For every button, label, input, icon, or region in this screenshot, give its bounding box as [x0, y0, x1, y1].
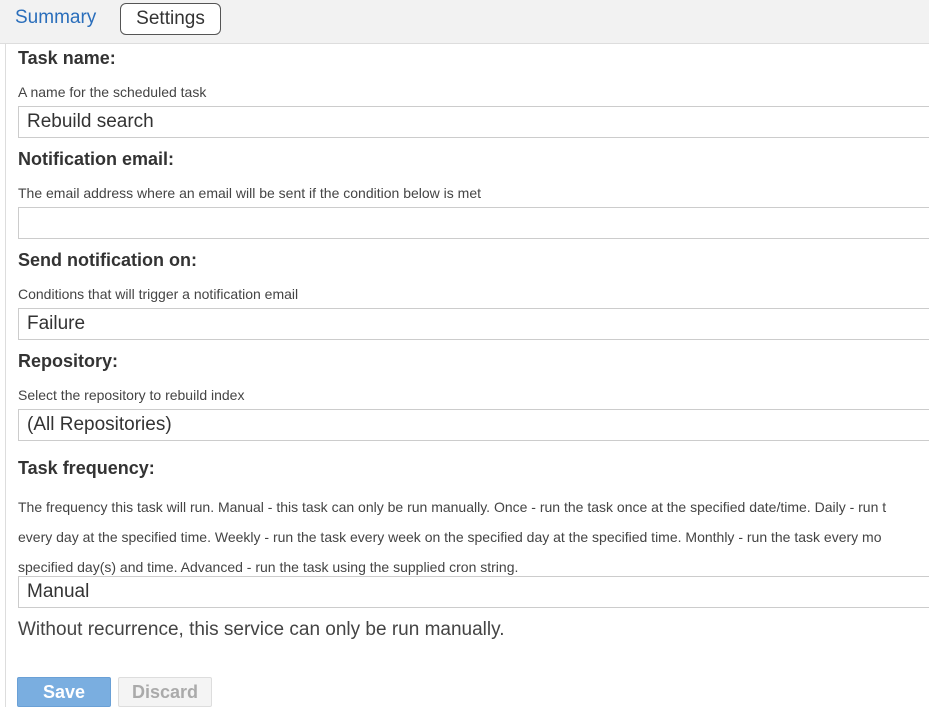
- repository-select[interactable]: (All Repositories): [18, 409, 929, 441]
- task-frequency-select[interactable]: Manual: [18, 576, 929, 608]
- task-name-label: Task name:: [18, 48, 116, 68]
- notification-email-input[interactable]: [18, 207, 929, 239]
- task-frequency-help: The frequency this task will run. Manual…: [18, 492, 929, 582]
- settings-form: Task name: A name for the scheduled task…: [5, 44, 929, 707]
- notification-email-help: The email address where an email will be…: [18, 185, 482, 201]
- notification-email-label: Notification email:: [18, 149, 175, 169]
- discard-button[interactable]: Discard: [118, 677, 212, 707]
- save-button[interactable]: Save: [17, 677, 111, 707]
- send-notification-label: Send notification on:: [18, 250, 197, 270]
- task-frequency-label: Task frequency:: [18, 458, 155, 478]
- tab-summary[interactable]: Summary: [15, 7, 96, 29]
- tab-bar: Summary Settings: [0, 0, 929, 44]
- task-frequency-help-line: every day at the specified time. Weekly …: [18, 529, 882, 545]
- send-notification-select[interactable]: Failure: [18, 308, 929, 340]
- recurrence-note: Without recurrence, this service can onl…: [18, 619, 505, 640]
- task-frequency-help-line: specified day(s) and time. Advanced - ru…: [18, 559, 519, 575]
- repository-label: Repository:: [18, 351, 119, 371]
- repository-help: Select the repository to rebuild index: [18, 387, 245, 403]
- send-notification-help: Conditions that will trigger a notificat…: [18, 286, 299, 302]
- task-name-help: A name for the scheduled task: [18, 84, 207, 100]
- task-frequency-help-line: The frequency this task will run. Manual…: [18, 499, 887, 515]
- tab-settings[interactable]: Settings: [120, 3, 221, 35]
- task-name-input[interactable]: Rebuild search: [18, 106, 929, 138]
